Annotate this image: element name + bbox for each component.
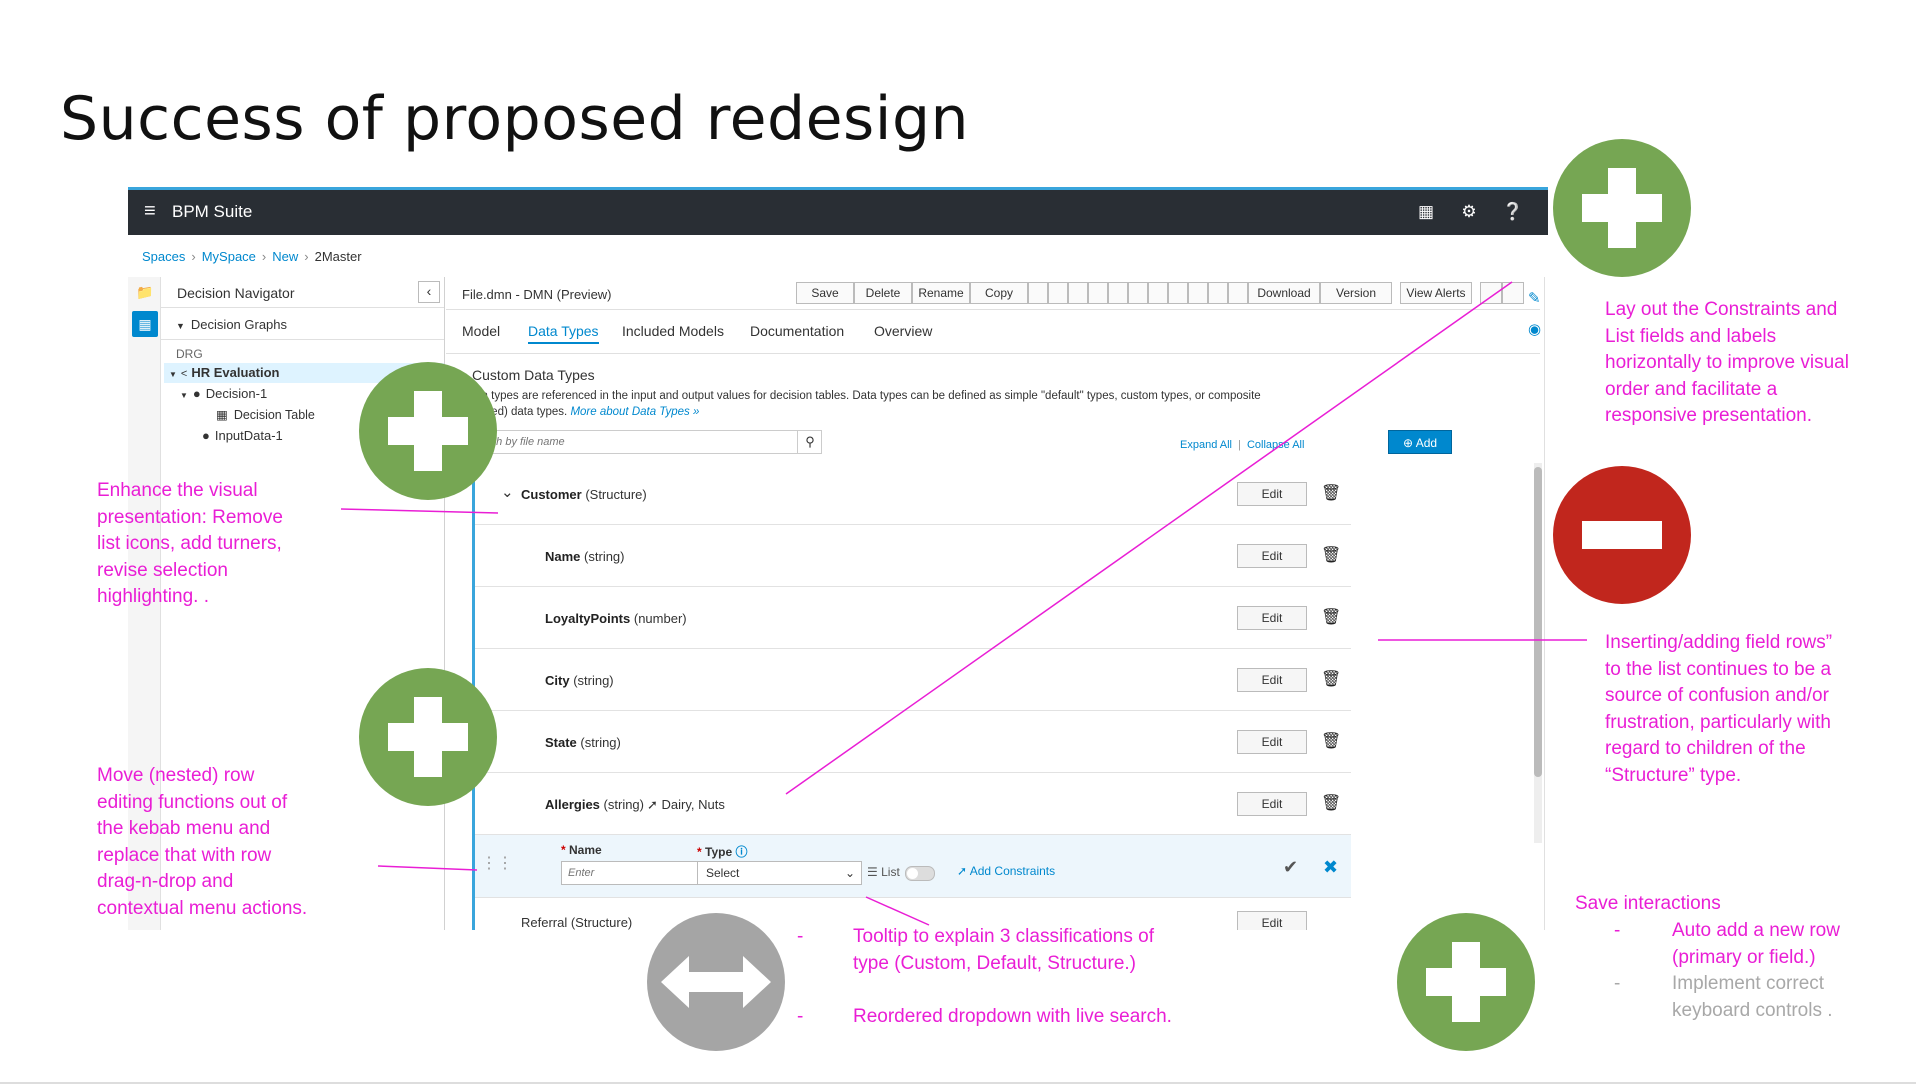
annotation-dropdown: Reordered dropdown with live search. (853, 1006, 1172, 1027)
double-arrow-icon (661, 956, 771, 1008)
plus-circle-icon (1397, 913, 1535, 1051)
bullet: - (797, 926, 804, 947)
annotation-visual: Enhance the visual presentation: Remove li… (97, 480, 283, 607)
annotation-nested: Move (nested) row editing functions out o… (97, 765, 308, 919)
connector-line (377, 865, 478, 871)
annotation-layout: Lay out the Constraints and List fields a… (1605, 299, 1849, 426)
neutral-arrows-circle (647, 913, 785, 1051)
annotation-save-item-1: Auto add a new row (primary or field.) (1672, 920, 1840, 968)
connector-line (865, 896, 930, 926)
annotation-tooltip: Tooltip to explain 3 classifications of t… (853, 926, 1154, 974)
connector-line (785, 281, 1513, 795)
annotation-inserting: Inserting/adding field rows” to the list … (1605, 632, 1833, 786)
minus-circle-icon (1553, 466, 1691, 604)
connector-line (340, 508, 499, 514)
bullet: - (797, 1006, 804, 1027)
bullet: - (1614, 920, 1621, 941)
bullet: - (1614, 973, 1621, 994)
annotation-save-title: Save interactions (1575, 893, 1721, 914)
plus-circle-icon (359, 362, 497, 500)
plus-circle-icon (359, 668, 497, 806)
annotation-save-item-2: Implement correct keyboard controls . (1672, 973, 1833, 1021)
plus-circle-icon (1553, 139, 1691, 277)
